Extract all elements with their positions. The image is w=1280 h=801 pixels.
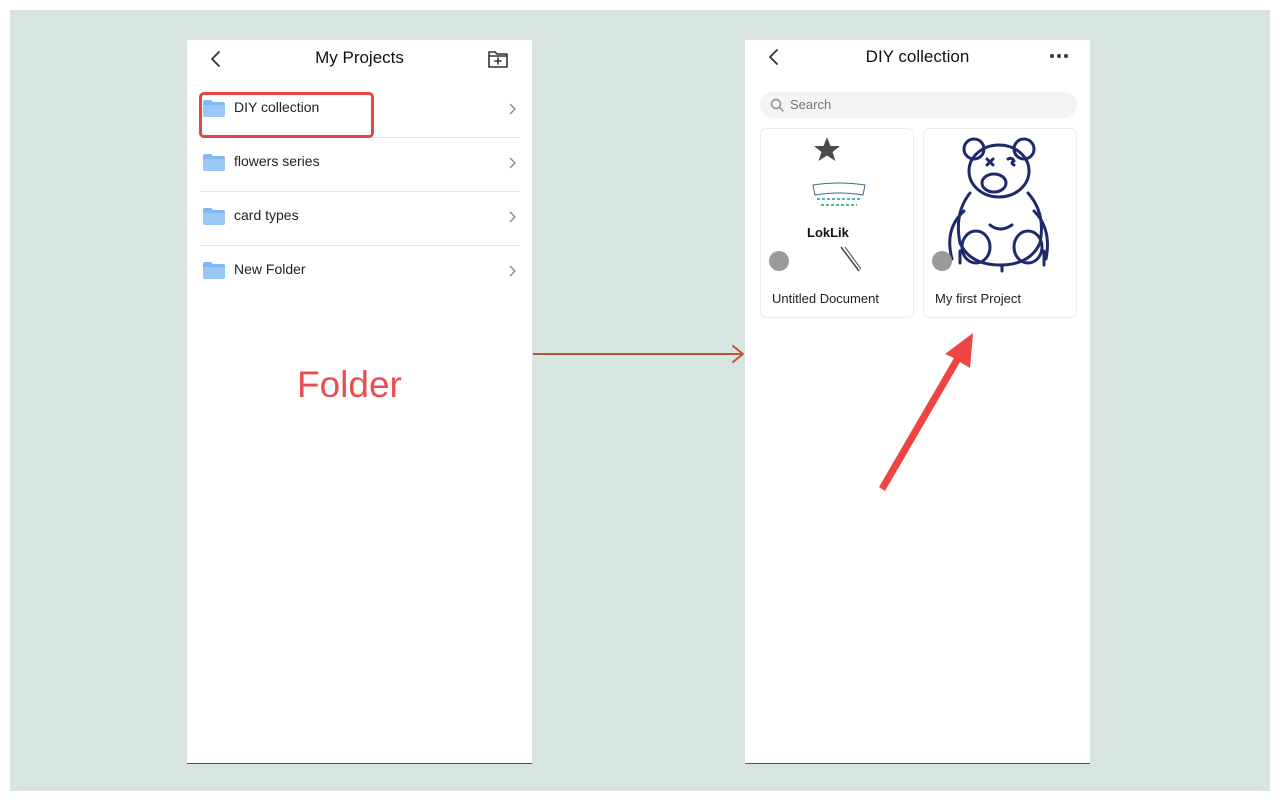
navigation-arrow <box>533 345 744 363</box>
annotation-arrows <box>533 333 973 491</box>
pointer-arrow <box>879 333 973 491</box>
